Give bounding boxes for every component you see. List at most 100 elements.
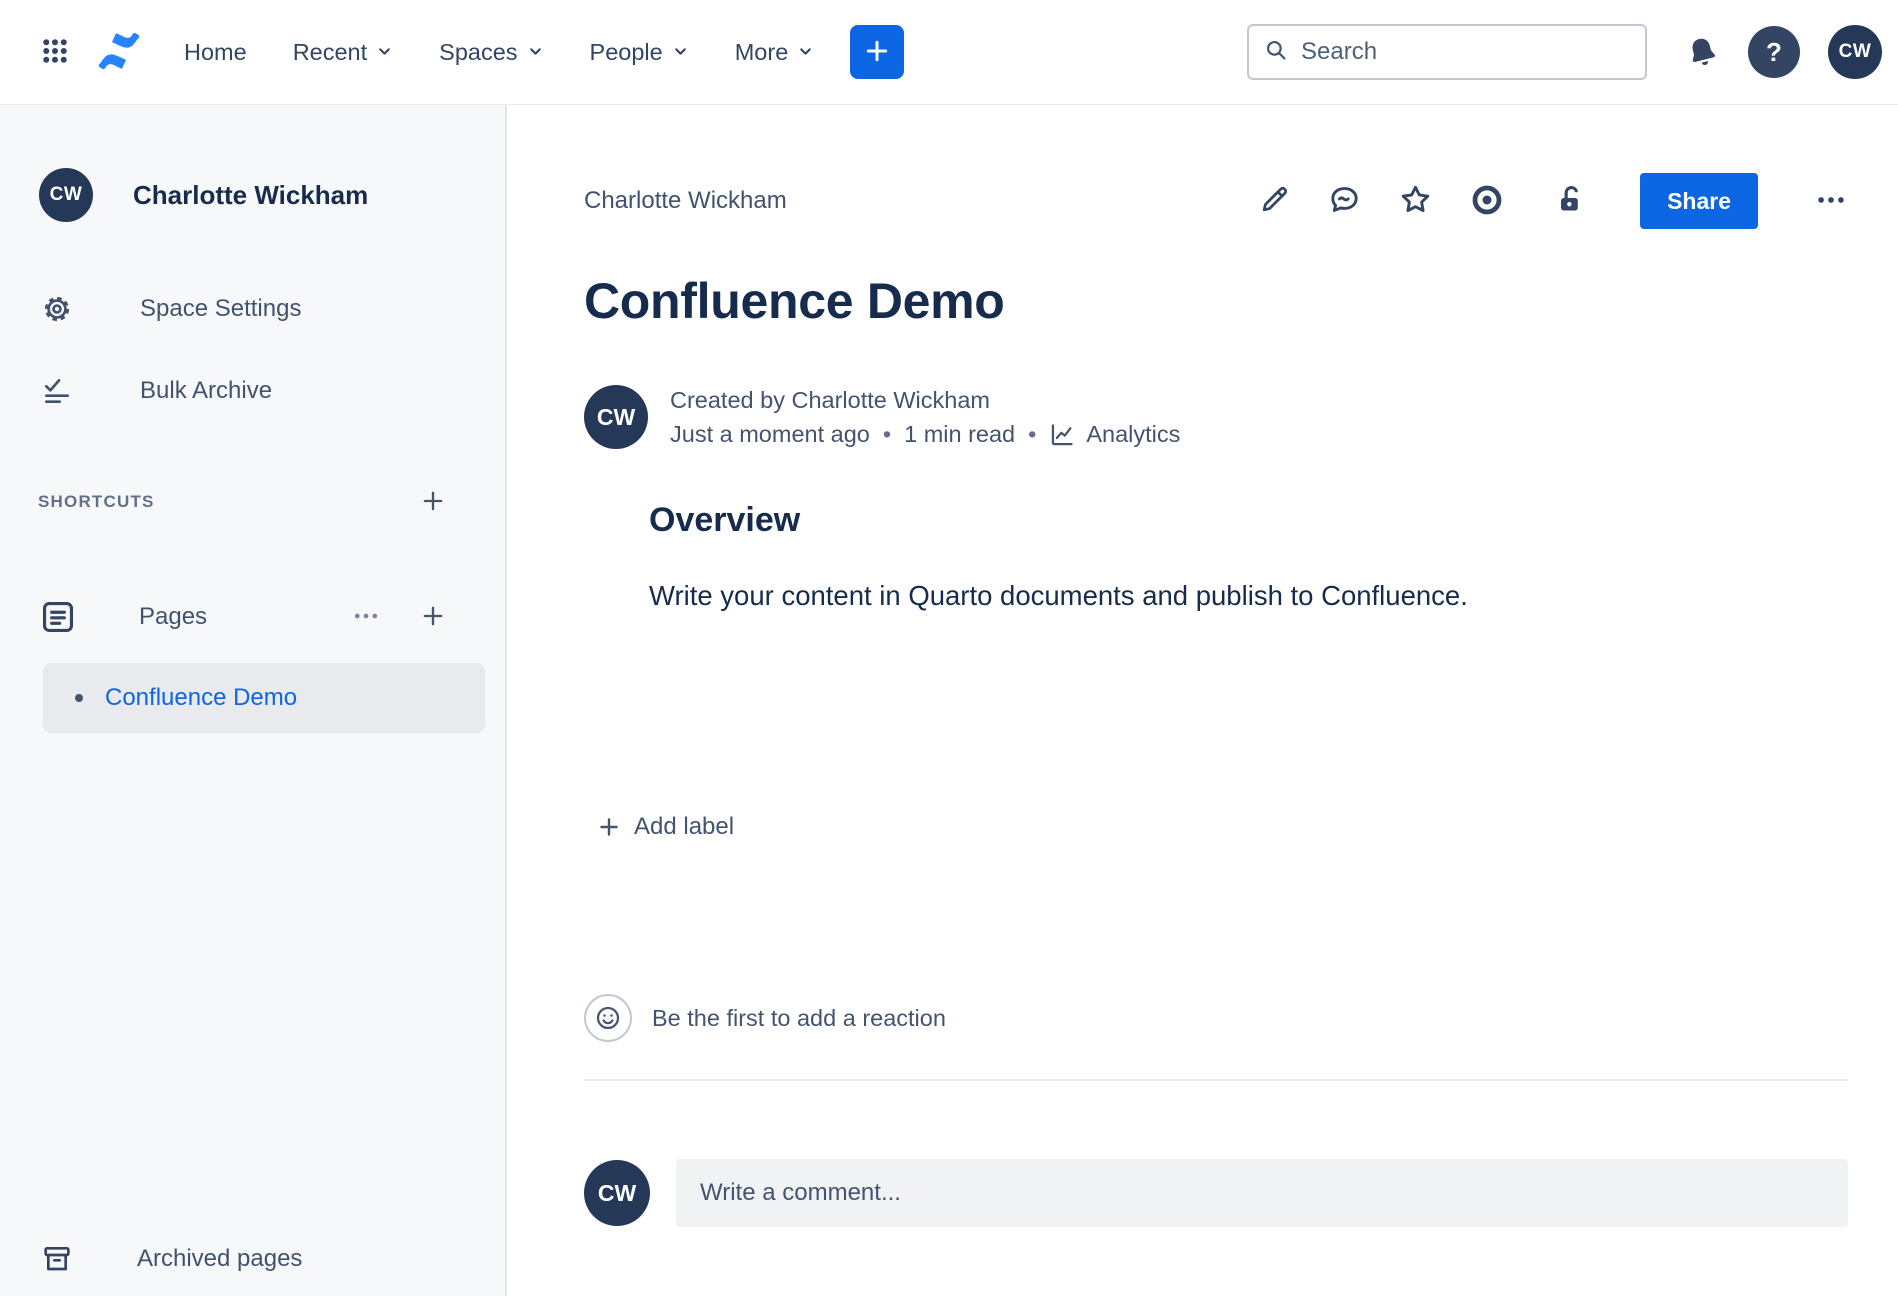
sidebar-item-space-settings[interactable]: Space Settings [0,268,505,350]
add-reaction-button[interactable] [584,994,632,1042]
created-by-text: Created by Charlotte Wickham [670,387,1180,414]
separator-dot: • [1028,421,1036,448]
nav-item-home[interactable]: Home [184,39,247,66]
analytics-link[interactable]: Analytics [1049,421,1180,448]
document-body: Overview Write your content in Quarto do… [649,501,1848,614]
share-button[interactable]: Share [1640,173,1758,229]
primary-nav: Home Recent Spaces People [184,39,814,66]
space-header[interactable]: CW Charlotte Wickham [0,168,505,222]
more-actions-button[interactable] [1814,183,1848,220]
body-paragraph: Write your content in Quarto documents a… [649,578,1848,614]
search-icon [1263,37,1289,68]
confluence-logo-icon [96,28,142,77]
app-grid-icon [40,36,70,69]
chevron-down-icon [376,39,393,66]
edit-button[interactable] [1258,183,1291,219]
page-actions: Share [1258,173,1848,229]
pages-icon [39,598,77,636]
top-navigation: Home Recent Spaces People [0,0,1898,105]
nav-item-label: Home [184,39,247,66]
plus-icon [862,36,892,69]
sidebar-item-bulk-archive[interactable]: Bulk Archive [0,350,505,432]
plus-icon [419,487,447,518]
byline-details: Just a moment ago • 1 min read • An [670,421,1180,448]
star-icon [1398,182,1433,220]
pencil-icon [1258,183,1291,219]
archive-box-icon [41,1242,73,1276]
bullet-icon [75,694,83,702]
search-box[interactable] [1247,24,1647,80]
gear-icon [41,293,73,325]
add-label-text: Add label [634,813,734,841]
separator-dot: • [883,421,891,448]
nav-item-label: People [590,39,663,66]
chevron-down-icon [797,39,814,66]
nav-item-spaces[interactable]: Spaces [439,39,543,66]
chevron-down-icon [672,39,689,66]
sidebar-item-label: Bulk Archive [140,377,272,405]
pages-more-button[interactable] [351,601,381,634]
avatar-initials: CW [50,184,83,206]
space-avatar: CW [39,168,93,222]
ellipsis-icon [1814,183,1848,220]
confluence-logo[interactable] [96,28,142,77]
avatar-initials: CW [597,404,635,431]
reactions-section: Be the first to add a reaction [584,994,1848,1042]
avatar-initials: CW [598,1180,636,1207]
commenter-avatar: CW [584,1160,650,1226]
read-time: 1 min read [904,421,1015,448]
app-switcher-button[interactable] [40,36,70,69]
sidebar-item-label: Archived pages [137,1245,302,1273]
plus-icon [419,602,447,633]
eye-icon [1469,182,1505,221]
question-mark-icon: ? [1766,37,1782,68]
plus-icon [596,814,622,840]
add-shortcut-button[interactable] [419,487,447,518]
nav-item-recent[interactable]: Recent [293,39,393,66]
page-title: Confluence Demo [584,271,1848,331]
pages-label: Pages [139,603,207,631]
nav-item-label: Spaces [439,39,517,66]
sidebar-item-pages[interactable]: Pages [0,587,505,647]
page-content: Charlotte Wickham [507,105,1898,1296]
comment-box[interactable] [676,1159,1848,1227]
notifications-button[interactable] [1685,35,1720,70]
labels-section: Add label [590,807,1848,847]
comments-divider [584,1079,1848,1081]
reaction-prompt: Be the first to add a reaction [652,1005,946,1032]
add-page-button[interactable] [419,602,447,633]
comment-button[interactable] [1327,182,1362,220]
sidebar-item-label: Space Settings [140,295,301,323]
favorite-button[interactable] [1398,182,1433,220]
bulk-archive-icon [41,375,73,407]
nav-item-more[interactable]: More [735,39,815,66]
add-label-button[interactable]: Add label [590,807,740,847]
byline-meta: Created by Charlotte Wickham Just a mome… [670,387,1180,448]
breadcrumb[interactable]: Charlotte Wickham [584,187,787,215]
page-tree-item-label: Confluence Demo [105,684,297,712]
avatar-initials: CW [1839,41,1872,63]
comment-input[interactable] [700,1179,1824,1207]
profile-avatar-button[interactable]: CW [1828,25,1882,79]
chevron-down-icon [527,39,544,66]
confluence-app: Home Recent Spaces People [0,0,1898,1296]
watch-button[interactable] [1469,182,1505,221]
nav-item-label: More [735,39,789,66]
create-button[interactable] [850,25,904,79]
analytics-label: Analytics [1086,421,1180,448]
restrictions-button[interactable] [1553,182,1588,220]
shortcuts-section-header: SHORTCUTS [0,482,505,522]
timestamp: Just a moment ago [670,421,870,448]
pages-actions [351,601,447,634]
bell-icon [1681,31,1723,73]
app-shell: CW Charlotte Wickham Space Settings [0,105,1898,1296]
nav-item-people[interactable]: People [590,39,689,66]
space-menu: Space Settings Bulk Archive [0,268,505,432]
smiley-icon [593,1003,623,1033]
help-button[interactable]: ? [1748,26,1800,78]
space-name: Charlotte Wickham [133,180,368,211]
search-input[interactable] [1301,38,1631,66]
unlocked-padlock-icon [1553,182,1588,220]
page-tree-item-confluence-demo[interactable]: Confluence Demo [43,663,485,733]
sidebar-item-archived-pages[interactable]: Archived pages [0,1224,505,1294]
